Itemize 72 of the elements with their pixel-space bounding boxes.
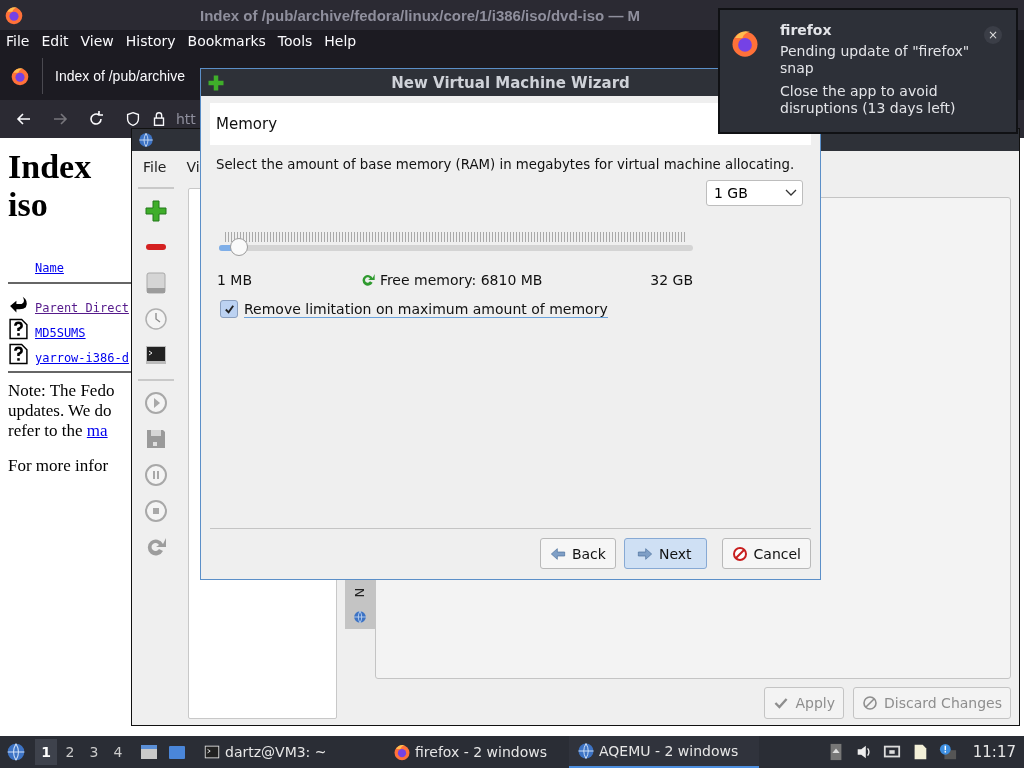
menu-item[interactable]: Tools <box>277 33 313 49</box>
workspace-button[interactable]: 3 <box>83 739 105 765</box>
prompt-text: Select the amount of base memory (RAM) in megabytes for virtual machine allocating. <box>216 157 795 172</box>
menu-item[interactable]: File <box>6 33 30 49</box>
menu-item[interactable]: View <box>80 33 114 49</box>
info-text: For more infor <box>8 456 109 476</box>
notification-title: firefox <box>780 22 833 39</box>
terminal-icon[interactable] <box>144 343 168 367</box>
start-menu-icon[interactable] <box>6 742 26 762</box>
next-button[interactable]: Next <box>623 538 707 569</box>
right-arrow-icon <box>636 545 653 562</box>
note-text: refer to the <box>8 421 83 440</box>
back-button[interactable]: Back <box>539 538 616 569</box>
add-icon[interactable] <box>144 199 168 223</box>
check-icon <box>773 695 790 711</box>
globe-icon <box>353 610 367 624</box>
taskbar-button[interactable]: AQEMU - 2 windows <box>569 736 759 768</box>
maximum-label: 32 GB <box>650 272 693 288</box>
close-button[interactable]: × <box>984 26 1002 44</box>
globe-icon <box>138 132 154 148</box>
workspace-button[interactable]: 4 <box>107 739 129 765</box>
notification-text: Pending update of "firefox" snap <box>780 43 971 77</box>
page-title: Memory <box>216 115 277 133</box>
unknown-file-icon <box>8 318 29 340</box>
side-tab[interactable]: N <box>345 580 375 629</box>
left-arrow-icon <box>549 545 566 562</box>
window-title: Index of /pub/archive/fedora/linux/core/1/i386/iso/dvd-iso — M <box>200 6 641 24</box>
chevron-down-icon <box>785 189 797 197</box>
address-field[interactable]: htt <box>176 111 196 127</box>
page-heading: Index <box>8 148 92 186</box>
cancel-icon <box>731 545 748 562</box>
dialog-title: New Virtual Machine Wizard <box>391 73 630 92</box>
free-memory-label: Free memory: 6810 MB <box>379 272 543 288</box>
checkbox-label[interactable]: Remove limitation on maximum amount of memory <box>244 300 608 318</box>
checkmark-icon <box>222 302 236 316</box>
terminal-icon <box>203 743 221 761</box>
discard-icon <box>862 695 878 711</box>
memory-size-dropdown[interactable]: 1 GB <box>706 180 803 206</box>
menu-item[interactable]: Help <box>324 33 357 49</box>
menu-item[interactable]: History <box>125 33 176 49</box>
add-icon <box>207 73 225 92</box>
file-link[interactable]: yarrow-i386-d <box>35 351 129 365</box>
file-link[interactable]: MD5SUMS <box>35 326 86 340</box>
shield-icon[interactable] <box>124 110 142 128</box>
note-text: updates. We do <box>8 401 112 421</box>
mirror-link[interactable]: ma <box>86 421 108 440</box>
cancel-button[interactable]: Cancel <box>721 538 811 569</box>
browser-tab[interactable]: Index of /pub/archive <box>55 68 185 84</box>
notification-text: Close the app to avoid disruptions (13 days left) <box>780 83 957 117</box>
column-link[interactable]: Name <box>35 261 64 275</box>
workspace-button[interactable]: 1 <box>35 739 57 765</box>
file-link[interactable]: Parent Direct <box>35 301 129 315</box>
file-manager-icon[interactable] <box>139 742 159 762</box>
checkbox[interactable] <box>220 300 238 318</box>
unknown-file-icon <box>8 343 29 365</box>
firefox-icon <box>4 5 24 25</box>
menu-item[interactable]: Vi <box>186 159 200 175</box>
note-text: Note: The Fedo <box>8 381 115 401</box>
clock[interactable]: 11:17 <box>972 743 1016 761</box>
taskbar-button[interactable]: dartz@VM3: ~ <box>195 736 385 768</box>
taskbar-button[interactable]: firefox - 2 windows <box>385 736 569 768</box>
workspace-button[interactable]: 2 <box>59 739 81 765</box>
globe-icon <box>577 742 595 760</box>
menu-item[interactable]: File <box>143 159 167 175</box>
update-notification-icon[interactable] <box>938 743 957 761</box>
page-heading: iso <box>8 186 48 224</box>
firefox-icon[interactable] <box>10 66 30 86</box>
menu-item[interactable]: Bookmarks <box>187 33 266 49</box>
firefox-icon <box>393 743 411 761</box>
firefox-icon <box>730 28 760 58</box>
menu-item[interactable]: Edit <box>41 33 69 49</box>
minimum-label: 1 MB <box>217 272 253 288</box>
